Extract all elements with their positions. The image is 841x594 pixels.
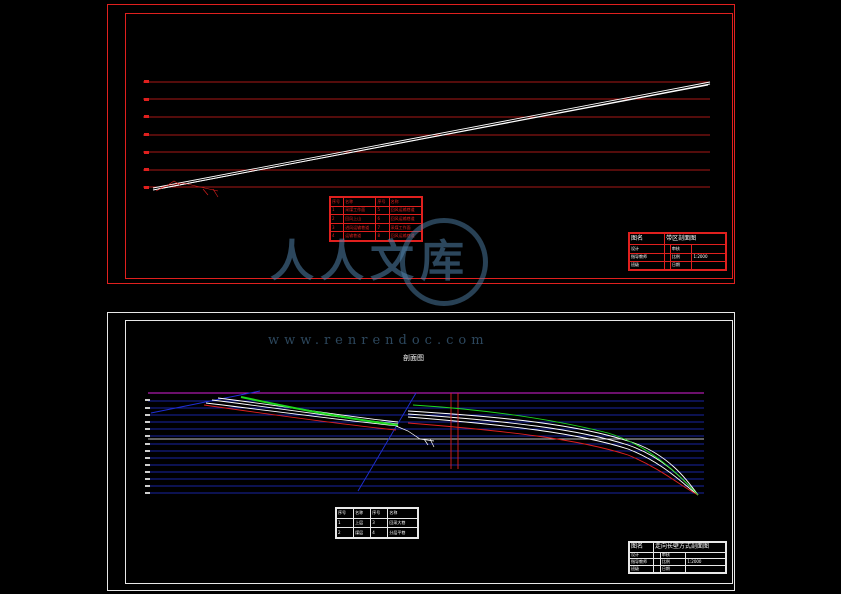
elevation-tick (144, 186, 149, 189)
seam-line (407, 410, 699, 496)
grid-tick (145, 443, 150, 445)
seam-line (157, 84, 709, 190)
elevation-tick (144, 133, 149, 136)
title-block-cell (685, 551, 726, 560)
grid-tick (145, 407, 150, 409)
title-block-cell (685, 565, 726, 573)
legend-header: 序号 (375, 197, 390, 207)
legend-header: 序号 (329, 197, 345, 207)
grid-tick (145, 435, 150, 437)
grid-tick (145, 399, 150, 401)
grid-tick (145, 464, 150, 466)
grid-tick (145, 421, 150, 423)
title-block-cell: 班级 (628, 260, 666, 271)
legend-header: 名称 (387, 508, 418, 519)
title-block-label: 图名 (628, 232, 666, 246)
grid-tick (145, 485, 150, 487)
title-block-cell (652, 565, 661, 573)
title-block-1: 图名 带区剖面图 设计 审核 指导教师 比例 1:2000 班级 日期 (628, 232, 727, 271)
title-block-cell: 审核 (669, 244, 693, 254)
drawing-title: 走向长壁方式剖面图 (652, 542, 727, 553)
grid-tick (145, 478, 150, 480)
legend-cell: 采煤工作面 (343, 205, 377, 216)
grid-tick (145, 450, 150, 452)
grid-tick (145, 428, 150, 430)
title-block-cell (652, 551, 661, 560)
title-block-cell (691, 260, 726, 271)
title-block-cell: 指导教师 (628, 252, 666, 262)
scale-value: 1:2000 (691, 252, 726, 262)
title-block-cell (691, 244, 726, 254)
elevation-tick (144, 151, 149, 154)
title-block-label: 图名 (629, 542, 654, 553)
watermark-url: www.renrendoc.com (268, 333, 489, 348)
legend-header: 名称 (353, 508, 372, 519)
title-block-cell: 班级 (629, 565, 654, 573)
watermark-text: 人人文库 (270, 236, 470, 287)
legend-header: 序号 (335, 508, 355, 519)
seam-line (407, 413, 699, 496)
legend-cell: 1 (329, 205, 345, 216)
legend-cell: 1 (335, 517, 355, 529)
title-block-cell: 比例 (669, 252, 693, 262)
elevation-tick (144, 80, 149, 83)
legend-header: 名称 (343, 197, 377, 207)
shaft-line (150, 390, 261, 414)
scale-value: 1:2000 (685, 558, 726, 567)
grid-tick (145, 471, 150, 473)
title-block-2: 图名 走向长壁方式剖面图 设计 审核 指导教师 比例 1:2000 班级 日期 (628, 541, 727, 574)
legend-cell: 4 (370, 527, 389, 538)
legend-cell: 分层平巷 (387, 527, 418, 538)
seam-line (205, 402, 399, 427)
title-block-cell: 日期 (669, 260, 693, 271)
title-block-cell (652, 558, 661, 567)
drawing-sheet-2: 剖面图 序号 名称 序号 名称 1 上层 3 回采大巷 2 煤层 4 分层平巷 … (107, 312, 735, 591)
title-block-cell: 比例 (659, 558, 687, 567)
title-block-cell: 审核 (659, 551, 687, 560)
legend-cell: 回风上山 (343, 214, 377, 224)
elevation-tick (144, 98, 149, 101)
legend-cell: 煤层 (353, 527, 372, 538)
floor-line (407, 422, 699, 496)
grid-tick (145, 457, 150, 459)
legend-cell: 上层 (353, 517, 372, 529)
title-block-cell: 日期 (659, 565, 687, 573)
legend-header: 名称 (388, 197, 423, 207)
legend-cell: 回风运输巷道 (388, 214, 423, 224)
title-block-cell: 指导教师 (629, 558, 654, 567)
title-block-cell: 设计 (629, 551, 654, 560)
grid-tick (145, 414, 150, 416)
drawing-title: 带区剖面图 (664, 232, 726, 246)
legend-cell: 回采大巷 (387, 517, 418, 529)
elevation-tick (144, 168, 149, 171)
legend-cell: 2 (329, 214, 345, 224)
title-block-cell: 设计 (628, 244, 666, 254)
elevation-tick (144, 115, 149, 118)
grid-tick (145, 492, 150, 494)
legend-header: 序号 (370, 508, 389, 519)
legend-cell: 回风运输巷道 (388, 205, 423, 216)
legend-cell: 5 (375, 205, 390, 216)
coal-seam (412, 404, 699, 496)
legend-cell: 2 (335, 527, 355, 538)
legend-cell: 3 (370, 517, 389, 529)
legend-table-2: 序号 名称 序号 名称 1 上层 3 回采大巷 2 煤层 4 分层平巷 (335, 507, 419, 539)
legend-cell: 6 (375, 214, 390, 224)
